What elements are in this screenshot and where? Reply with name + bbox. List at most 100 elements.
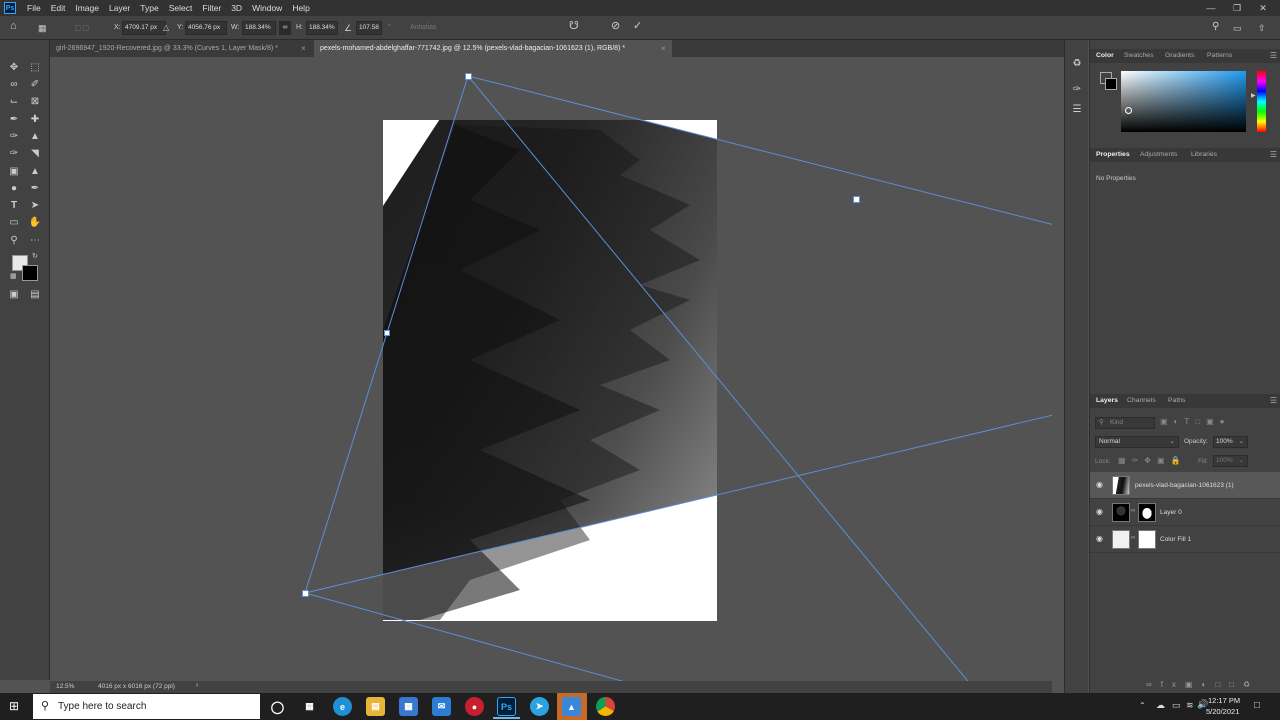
healing-brush-tool-icon[interactable]: ✚ [28,112,42,126]
background-color-chip[interactable] [1105,78,1117,90]
opacity-field[interactable]: 100% ⌄ [1213,436,1248,448]
layer-mask-thumbnail[interactable] [1138,503,1156,522]
angle-field[interactable]: 107.58 [356,21,382,35]
history-panel-icon[interactable]: ♻ [1070,56,1084,70]
menu-help[interactable]: Help [287,0,314,16]
search-icon[interactable]: ⚲ [1212,20,1219,34]
tab-libraries[interactable]: Libraries [1191,148,1217,162]
blur-tool-icon[interactable]: ▲ [28,164,42,178]
lasso-tool-icon[interactable]: ∞ [7,77,21,91]
status-menu-icon[interactable]: › [196,682,198,689]
commit-transform-icon[interactable]: ✓ [633,19,642,33]
taskbar-search-box[interactable]: ⚲ Type here to search [33,694,260,719]
lock-icons[interactable]: ▦✑✥▣🔒 [1118,456,1186,465]
screen-mode-icon[interactable]: ▤ [28,287,42,301]
transform-handle[interactable] [384,330,390,336]
zoom-tool-icon[interactable]: ⚲ [7,233,21,247]
adjustments-icon[interactable]: ☰ [1070,102,1084,116]
home-icon[interactable]: ⌂ [10,19,17,33]
layer-filter-kind[interactable]: ⚲ Kind [1095,417,1155,429]
tab-girl-recovered[interactable]: girl-2696947_1920-Recovered.jpg @ 33.3% … [50,40,312,57]
hue-slider[interactable] [1257,71,1266,132]
close-tab-icon[interactable]: × [301,40,306,57]
more-tools-icon[interactable]: ⋯ [28,233,42,247]
share-icon[interactable]: ⇧ [1258,21,1266,35]
width-field[interactable]: 188.34% [242,21,276,35]
restore-icon[interactable]: ❐ [1226,0,1248,16]
menu-edit[interactable]: Edit [46,0,71,16]
layer-name[interactable]: Layer 0 [1160,499,1182,526]
close-tab-icon[interactable]: × [661,40,666,57]
relative-position-icon[interactable]: △ [163,21,169,35]
frame-tool-icon[interactable]: ⊠ [28,94,42,108]
hand-tool-icon[interactable]: ✋ [28,215,42,229]
tab-gradients[interactable]: Gradients [1165,49,1194,63]
brush-tool-icon[interactable]: ✑ [7,129,21,143]
color-picker-cursor[interactable] [1125,107,1132,114]
reference-point-icon[interactable]: □ □ [75,21,88,35]
tab-swatches[interactable]: Swatches [1124,49,1153,63]
menu-type[interactable]: Type [135,0,163,16]
type-tool-icon[interactable]: T [7,198,21,212]
hue-slider-marker[interactable]: ▶ [1251,92,1256,99]
layer-filter-icons[interactable]: ▣◐T□▣● [1160,417,1231,426]
antialias-option[interactable]: Antialias [410,21,436,35]
warp-mode-icon[interactable]: ☋ [569,19,579,33]
layers-footer-icons[interactable]: ∞fx▣◐□□♻ [1146,680,1259,689]
menu-file[interactable]: File [22,0,46,16]
transform-handle[interactable] [302,590,309,597]
quick-selection-tool-icon[interactable]: ✐ [28,77,42,91]
windows-start-icon[interactable]: ⊞ [9,700,22,713]
dodge-tool-icon[interactable]: ● [7,181,21,195]
y-field[interactable]: 4056.76 px [185,21,227,35]
zoom-level[interactable]: 12.5% [56,683,74,690]
panel-menu-icon[interactable]: ☰ [1270,148,1277,162]
panel-menu-icon[interactable]: ☰ [1270,49,1277,63]
tab-adjustments[interactable]: Adjustments [1140,148,1177,162]
document-canvas[interactable] [50,57,1052,681]
visibility-eye-icon[interactable]: ◉ [1096,481,1106,489]
tab-paths[interactable]: Paths [1168,394,1185,408]
quick-mask-icon[interactable]: ▣ [7,287,21,301]
height-field[interactable]: 188.34% [306,21,338,35]
transform-tool-icon[interactable]: ▦ [38,21,47,35]
default-colors-icon[interactable]: ▦ [10,272,17,280]
layer-mask-thumbnail[interactable] [1138,530,1156,549]
tab-channels[interactable]: Channels [1127,394,1156,408]
visibility-eye-icon[interactable]: ◉ [1096,535,1106,543]
transform-handle[interactable] [465,73,472,80]
x-field[interactable]: 4709.17 px [122,21,166,35]
path-selection-tool-icon[interactable]: ➤ [28,198,42,212]
layer-row[interactable]: ◉ ∞ Layer 0 [1090,499,1280,526]
eraser-tool-icon[interactable]: ◥ [28,146,42,160]
menu-3d[interactable]: 3D [226,0,247,16]
tab-pexels-mohamed[interactable]: pexels-mohamed-abdelghaffar-771742.jpg @… [314,40,672,57]
mask-link-icon[interactable]: ∞ [1131,508,1135,514]
transform-handle[interactable] [853,196,860,203]
eyedropper-tool-icon[interactable]: ✒ [7,112,21,126]
mask-link-icon[interactable]: ∞ [1131,535,1135,541]
photoshop-logo[interactable]: Ps [4,2,16,14]
blend-mode-select[interactable]: Normal ⌄ [1095,436,1179,448]
crop-tool-icon[interactable]: ⌙ [7,94,21,108]
tab-color[interactable]: Color [1096,49,1114,63]
fill-field[interactable]: 100% ⌄ [1213,455,1248,467]
menu-window[interactable]: Window [247,0,287,16]
layer-name[interactable]: Color Fill 1 [1160,526,1191,553]
menu-filter[interactable]: Filter [197,0,226,16]
cancel-transform-icon[interactable]: ⊘ [611,19,620,33]
color-field[interactable] [1121,71,1246,132]
layer-row[interactable]: ◉ ∞ Color Fill 1 [1090,526,1280,553]
brush-settings-icon[interactable]: ✑ [1070,82,1084,96]
tab-patterns[interactable]: Patterns [1207,49,1232,63]
pen-tool-icon[interactable]: ✒ [28,181,42,195]
menu-layer[interactable]: Layer [104,0,135,16]
workspace-icon[interactable]: ▭ [1233,21,1242,35]
rectangle-tool-icon[interactable]: ▭ [7,215,21,229]
menu-select[interactable]: Select [164,0,198,16]
swap-colors-icon[interactable]: ↻ [32,252,38,260]
minimize-icon[interactable]: — [1200,0,1222,16]
layer-name[interactable]: pexels-vlad-bagacian-1061623 (1) [1135,472,1234,499]
tab-properties[interactable]: Properties [1096,148,1130,162]
clone-stamp-tool-icon[interactable]: ▲ [28,129,42,143]
